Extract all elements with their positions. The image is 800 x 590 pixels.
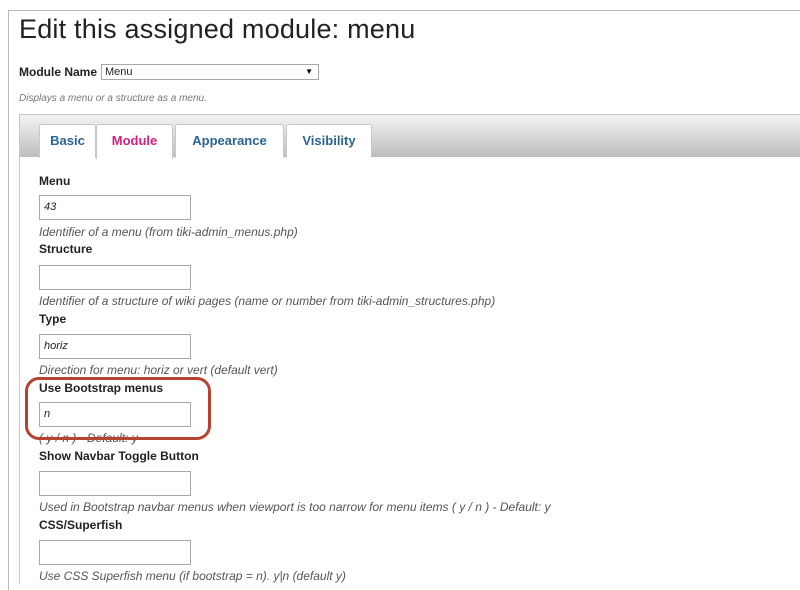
- field-label-type: Type: [39, 312, 67, 326]
- field-help-css-superfish: Use CSS Superfish menu (if bootstrap = n…: [39, 569, 346, 583]
- field-label-navbar-toggle: Show Navbar Toggle Button: [39, 449, 199, 463]
- field-help-navbar-toggle: Used in Bootstrap navbar menus when view…: [39, 500, 551, 514]
- tab-basic[interactable]: Basic: [39, 124, 96, 158]
- tab-visibility[interactable]: Visibility: [286, 124, 372, 158]
- module-name-label: Module Name: [19, 65, 98, 79]
- module-name-select[interactable]: Menu ▼: [101, 64, 320, 80]
- module-name-value: Menu: [105, 66, 133, 78]
- field-help-bootstrap-menus: ( y / n ) - Default: y: [39, 431, 138, 445]
- field-help-type: Direction for menu: horiz or vert (defau…: [39, 363, 278, 377]
- chevron-down-icon: ▼: [305, 67, 314, 76]
- page-title: Edit this assigned module: menu: [19, 14, 416, 44]
- menu-input[interactable]: 43: [39, 195, 191, 220]
- field-label-bootstrap-menus: Use Bootstrap menus: [39, 381, 164, 395]
- tab-appearance[interactable]: Appearance: [175, 124, 284, 158]
- structure-input[interactable]: [39, 265, 191, 290]
- field-help-menu: Identifier of a menu (from tiki-admin_me…: [39, 225, 298, 239]
- css-superfish-input[interactable]: [39, 540, 191, 565]
- field-label-menu: Menu: [39, 174, 71, 188]
- navbar-toggle-input[interactable]: [39, 471, 191, 496]
- module-description: Displays a menu or a structure as a menu…: [19, 93, 207, 104]
- bootstrap-menus-input[interactable]: n: [39, 402, 191, 427]
- type-input[interactable]: horiz: [39, 334, 191, 359]
- tab-module[interactable]: Module: [96, 124, 173, 159]
- field-help-structure: Identifier of a structure of wiki pages …: [39, 294, 496, 308]
- tab-strip: Basic Module Appearance Visibility: [20, 115, 800, 159]
- module-name-row: Module Name Menu ▼: [19, 64, 320, 80]
- field-label-css-superfish: CSS/Superfish: [39, 518, 123, 532]
- field-label-structure: Structure: [39, 242, 93, 256]
